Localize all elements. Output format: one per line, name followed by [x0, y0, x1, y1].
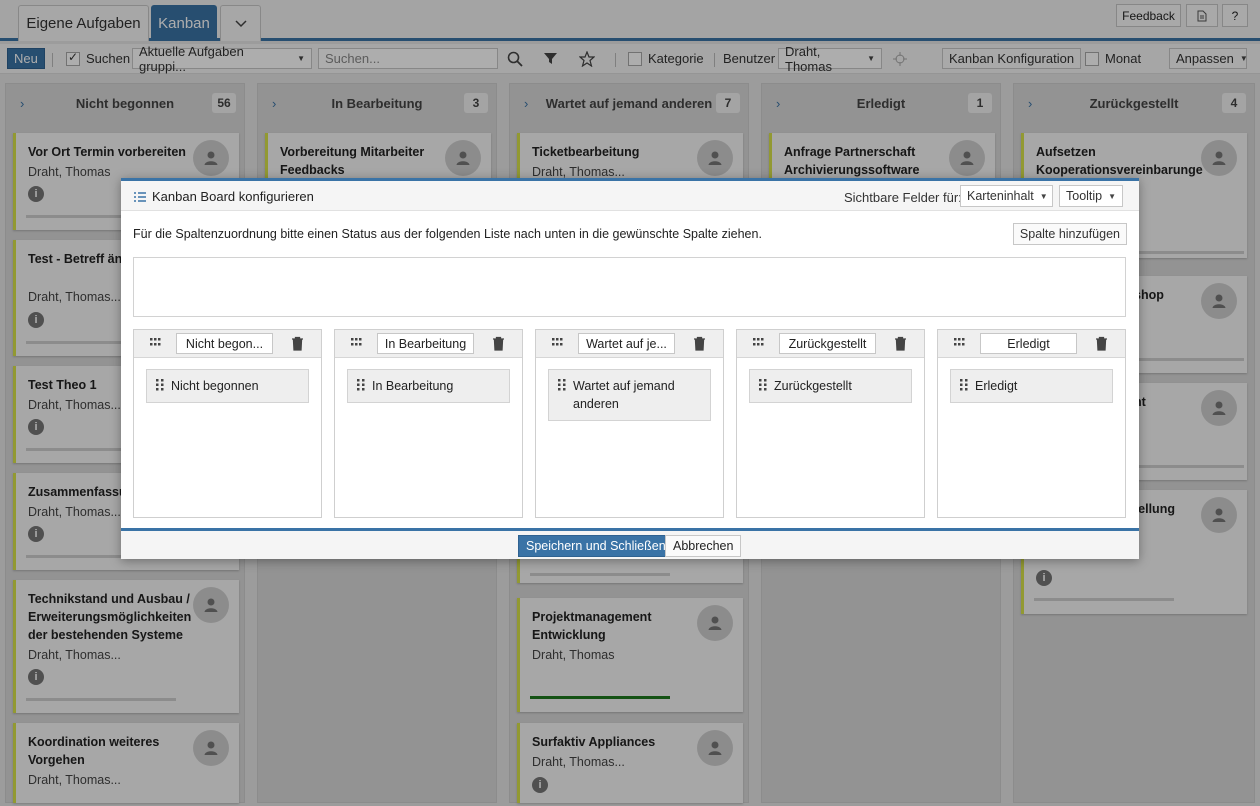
save-and-close-button[interactable]: Speichern und Schließen [518, 535, 674, 557]
config-column-header: Nicht begon... [134, 330, 321, 358]
config-column-header: Erledigt [938, 330, 1125, 358]
card-content-select[interactable]: Karteninhalt ▼ [960, 185, 1053, 207]
config-column: Wartet auf je... Wartet auf jemand ander… [535, 329, 724, 518]
column-name-value: Erledigt [1007, 336, 1050, 351]
drag-grip-icon[interactable] [954, 338, 965, 346]
caret-down-icon: ▼ [1108, 191, 1117, 201]
trash-icon[interactable] [894, 336, 907, 351]
status-chip[interactable]: Wartet auf jemand anderen [548, 369, 711, 421]
drag-grip-icon [759, 379, 767, 391]
dialog-title: Kanban Board konfigurieren [133, 189, 314, 204]
column-name-value: In Bearbeitung [384, 336, 467, 351]
column-name-input[interactable]: Erledigt [980, 333, 1077, 354]
config-column-header: In Bearbeitung [335, 330, 522, 358]
add-column-label: Spalte hinzufügen [1019, 227, 1120, 241]
config-column: Zurückgestellt Zurückgestellt [736, 329, 925, 518]
list-settings-icon [134, 191, 146, 202]
status-chip-label: In Bearbeitung [372, 379, 454, 393]
column-name-value: Nicht begon... [185, 336, 264, 351]
column-name-value: Zurückgestellt [788, 336, 867, 351]
config-column-header: Zurückgestellt [737, 330, 924, 358]
trash-icon[interactable] [492, 336, 505, 351]
column-name-input[interactable]: Zurückgestellt [779, 333, 876, 354]
column-name-input[interactable]: Nicht begon... [176, 333, 273, 354]
trash-icon[interactable] [693, 336, 706, 351]
dialog-title-text: Kanban Board konfigurieren [152, 189, 314, 204]
drag-grip-icon[interactable] [150, 338, 161, 346]
config-column: In Bearbeitung In Bearbeitung [334, 329, 523, 518]
column-name-input[interactable]: Wartet auf je... [578, 333, 675, 354]
drag-grip-icon[interactable] [753, 338, 764, 346]
card-content-value: Karteninhalt [967, 189, 1034, 203]
config-column-header: Wartet auf je... [536, 330, 723, 358]
dialog-footer: Speichern und Schließen Abbrechen [121, 528, 1139, 559]
status-chip[interactable]: In Bearbeitung [347, 369, 510, 403]
status-chip-label: Nicht begonnen [171, 379, 259, 393]
drag-grip-icon [960, 379, 968, 391]
status-source-zone[interactable] [133, 257, 1126, 317]
status-chip[interactable]: Nicht begonnen [146, 369, 309, 403]
config-column: Erledigt Erledigt [937, 329, 1126, 518]
status-chip-label: Erledigt [975, 379, 1018, 393]
add-column-button[interactable]: Spalte hinzufügen [1012, 223, 1127, 245]
cancel-button[interactable]: Abbrechen [665, 535, 742, 557]
tooltip-value: Tooltip [1066, 189, 1103, 203]
dialog-header: Kanban Board konfigurieren Sichtbare Fel… [121, 181, 1139, 211]
trash-icon[interactable] [1095, 336, 1108, 351]
drag-grip-icon[interactable] [552, 338, 563, 346]
drag-grip-icon[interactable] [351, 338, 362, 346]
column-name-input[interactable]: In Bearbeitung [377, 333, 474, 354]
drag-grip-icon [156, 379, 164, 391]
cancel-label: Abbrechen [673, 539, 734, 553]
kanban-config-dialog: Kanban Board konfigurieren Sichtbare Fel… [121, 178, 1139, 559]
save-label: Speichern und Schließen [526, 539, 666, 553]
drag-grip-icon [357, 379, 365, 391]
status-chip-label: Zurückgestellt [774, 379, 852, 393]
status-chip-label: Wartet auf jemand anderen [573, 379, 675, 411]
caret-down-icon: ▼ [1039, 191, 1048, 201]
status-chip[interactable]: Erledigt [950, 369, 1113, 403]
drag-grip-icon [558, 379, 566, 391]
trash-icon[interactable] [291, 336, 304, 351]
config-column: Nicht begon... Nicht begonnen [133, 329, 322, 518]
status-chip[interactable]: Zurückgestellt [749, 369, 912, 403]
tooltip-select[interactable]: Tooltip ▼ [1059, 185, 1123, 207]
visible-fields-label: Sichtbare Felder für: [844, 190, 962, 205]
instruction-text: Für die Spaltenzuordnung bitte einen Sta… [133, 227, 762, 241]
column-name-value: Wartet auf je... [586, 336, 667, 351]
